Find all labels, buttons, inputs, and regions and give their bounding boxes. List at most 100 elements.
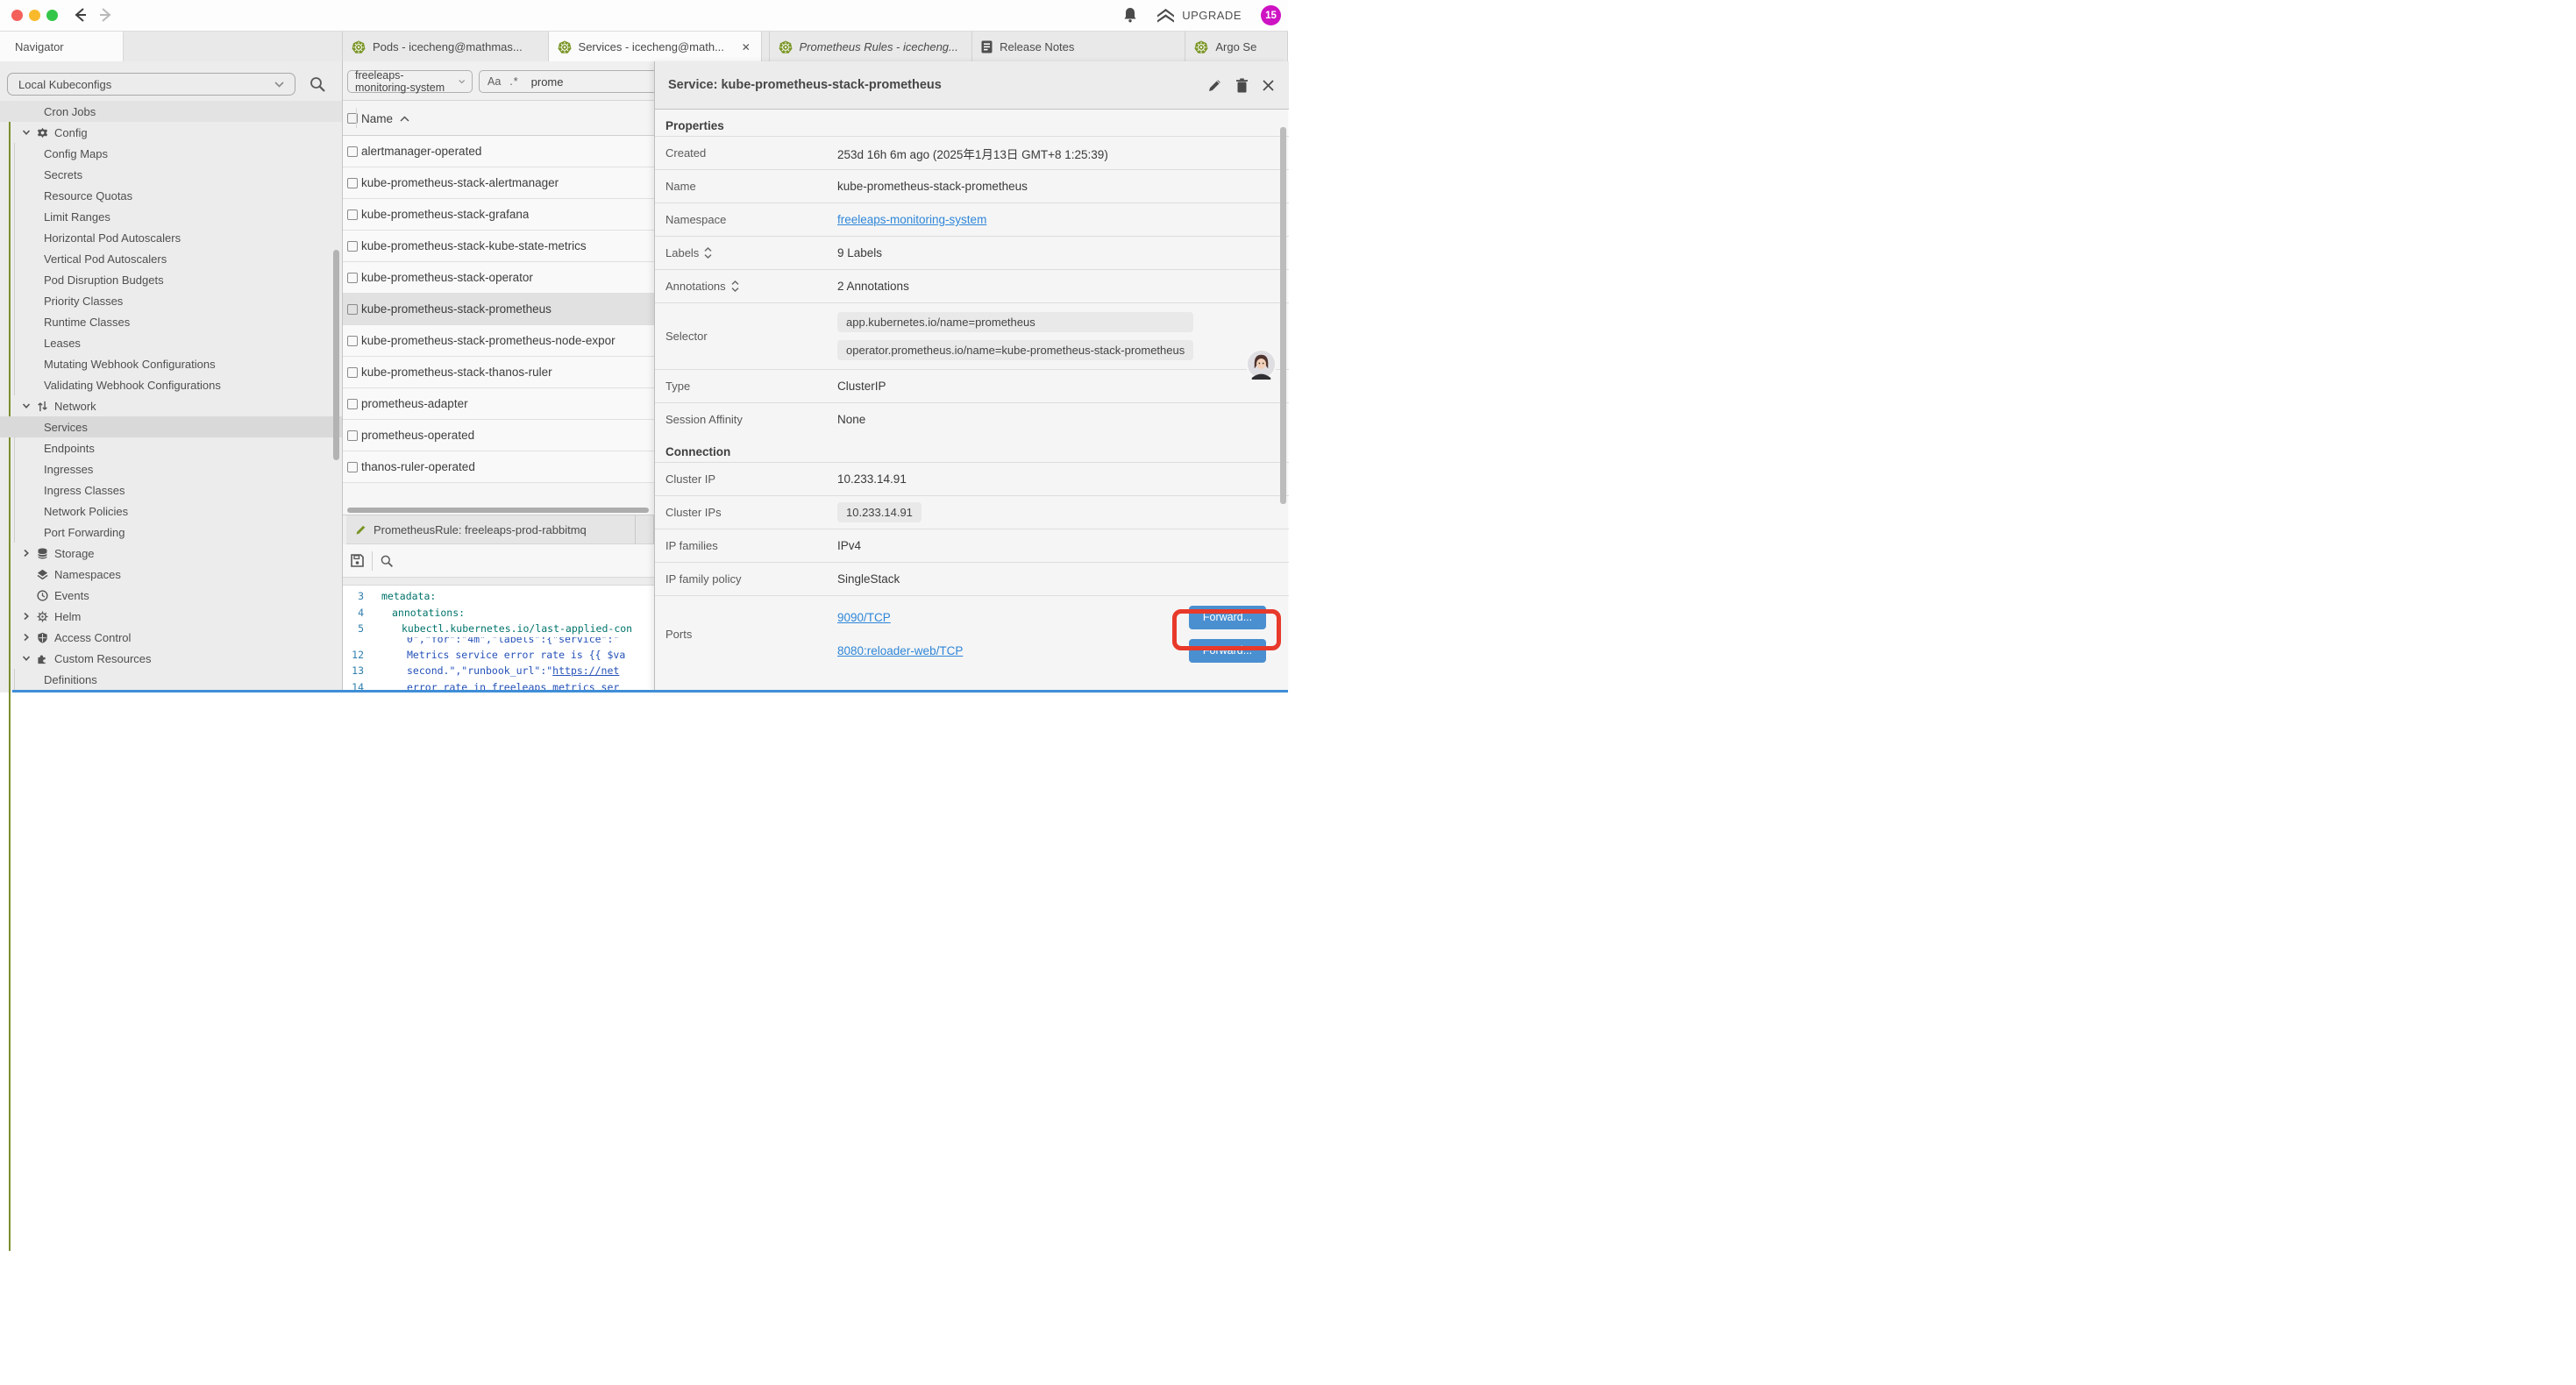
table-row[interactable]: kube-prometheus-stack-thanos-ruler: [343, 357, 654, 388]
sidebar-item-cron-jobs[interactable]: Cron Jobs: [0, 101, 342, 122]
row-checkbox[interactable]: [347, 336, 358, 346]
sidebar-item-pod-disruption-budgets[interactable]: Pod Disruption Budgets: [0, 269, 342, 290]
titlebar: UPGRADE 15: [0, 0, 1288, 31]
sidebar-item-horizontal-pod-autoscalers[interactable]: Horizontal Pod Autoscalers: [0, 227, 342, 248]
list-search-input[interactable]: Aa .* prome: [479, 70, 654, 93]
user-avatar[interactable]: [1246, 349, 1277, 380]
sidebar-item-priority-classes[interactable]: Priority Classes: [0, 290, 342, 311]
kubeconfig-select[interactable]: Local Kubeconfigs: [7, 73, 295, 96]
sidebar-item-definitions[interactable]: Definitions: [0, 669, 342, 690]
horizontal-scrollbar[interactable]: [343, 506, 654, 515]
row-checkbox[interactable]: [347, 304, 358, 315]
sidebar-item-vertical-pod-autoscalers[interactable]: Vertical Pod Autoscalers: [0, 248, 342, 269]
forward-arrow-button[interactable]: [96, 6, 114, 24]
sidebar-item-resource-quotas[interactable]: Resource Quotas: [0, 185, 342, 206]
search-icon[interactable]: [309, 75, 326, 93]
regex-toggle[interactable]: .*: [509, 75, 518, 88]
kubernetes-icon: [352, 40, 366, 54]
sidebar-item-limit-ranges[interactable]: Limit Ranges: [0, 206, 342, 227]
tab-services-icecheng-math-[interactable]: Services - icecheng@math...✕: [549, 32, 762, 62]
navigator-panel-tab[interactable]: Navigator: [0, 32, 124, 62]
sidebar-item-validating-webhook-configurations[interactable]: Validating Webhook Configurations: [0, 374, 342, 395]
row-checkbox[interactable]: [347, 210, 358, 220]
table-row[interactable]: kube-prometheus-stack-alertmanager: [343, 167, 654, 199]
row-checkbox[interactable]: [347, 241, 358, 252]
minimize-window-button[interactable]: [29, 10, 40, 21]
chevron-down-icon[interactable]: [22, 128, 31, 137]
sidebar-item-namespaces[interactable]: Namespaces: [0, 564, 342, 585]
sidebar-item-runtime-classes[interactable]: Runtime Classes: [0, 311, 342, 332]
sidebar-item-storage[interactable]: Storage: [0, 543, 342, 564]
row-checkbox[interactable]: [347, 462, 358, 472]
search-value: prome: [531, 75, 564, 89]
sidebar-item-network-policies[interactable]: Network Policies: [0, 501, 342, 522]
table-row[interactable]: thanos-ruler-operated: [343, 451, 654, 483]
back-arrow-button[interactable]: [72, 6, 89, 24]
sort-toggle-icon[interactable]: [704, 247, 712, 259]
table-row[interactable]: alertmanager-operated: [343, 136, 654, 167]
table-row[interactable]: kube-prometheus-stack-prometheus-node-ex…: [343, 325, 654, 357]
row-checkbox[interactable]: [347, 273, 358, 283]
sidebar-item-access-control[interactable]: Access Control: [0, 627, 342, 648]
table-row[interactable]: kube-prometheus-stack-kube-state-metrics: [343, 231, 654, 262]
tab-pods-icecheng-mathmas-[interactable]: Pods - icecheng@mathmas...: [343, 32, 549, 62]
close-icon[interactable]: [1262, 79, 1275, 92]
table-row[interactable]: prometheus-adapter: [343, 388, 654, 420]
sidebar-item-leases[interactable]: Leases: [0, 332, 342, 353]
sidebar-item-helm[interactable]: Helm: [0, 606, 342, 627]
sidebar-item-endpoints[interactable]: Endpoints: [0, 437, 342, 458]
dock-tab-prometheusrule[interactable]: PrometheusRule: freeleaps-prod-rabbitmq: [346, 515, 636, 544]
dock-tab-next[interactable]: [636, 515, 654, 544]
editor-search-icon[interactable]: [380, 554, 394, 568]
upgrade-button[interactable]: UPGRADE: [1157, 9, 1242, 23]
namespace-link[interactable]: freeleaps-monitoring-system: [837, 213, 986, 226]
sidebar-item-network[interactable]: Network: [0, 395, 342, 416]
tab-argo-se[interactable]: Argo Se: [1185, 32, 1288, 62]
notification-count-badge[interactable]: 15: [1261, 5, 1281, 25]
port-link[interactable]: 8080:reloader-web/TCP: [837, 644, 1189, 657]
tab-prometheus-rules-icecheng-[interactable]: Prometheus Rules - icecheng...: [770, 32, 973, 62]
table-row[interactable]: kube-prometheus-stack-operator: [343, 262, 654, 294]
namespace-select[interactable]: freeleaps-monitoring-system: [347, 70, 473, 93]
row-checkbox[interactable]: [347, 430, 358, 441]
row-checkbox[interactable]: [347, 178, 358, 188]
sort-toggle-icon[interactable]: [731, 281, 739, 292]
table-row[interactable]: kube-prometheus-stack-prometheus: [343, 294, 654, 325]
row-checkbox[interactable]: [347, 146, 358, 157]
chevron-down-icon[interactable]: [22, 401, 31, 410]
sidebar-item-secrets[interactable]: Secrets: [0, 164, 342, 185]
sidebar-item-ingresses[interactable]: Ingresses: [0, 458, 342, 479]
sidebar-item-custom-resources[interactable]: Custom Resources: [0, 648, 342, 669]
document-tabs: Pods - icecheng@mathmas...Services - ice…: [343, 32, 1288, 62]
delete-trash-icon[interactable]: [1235, 78, 1249, 93]
tab-release-notes[interactable]: Release Notes: [972, 32, 1185, 62]
sidebar-item-mutating-webhook-configurations[interactable]: Mutating Webhook Configurations: [0, 353, 342, 374]
save-icon[interactable]: [350, 553, 365, 568]
table-row[interactable]: prometheus-operated: [343, 420, 654, 451]
name-column-header[interactable]: Name: [361, 101, 409, 136]
zoom-window-button[interactable]: [46, 10, 58, 21]
yaml-editor[interactable]: 3metadata:4annotations:5kubectl.kubernet…: [343, 586, 654, 692]
chevron-right-icon[interactable]: [22, 549, 31, 558]
chevron-right-icon[interactable]: [22, 612, 31, 621]
port-link[interactable]: 9090/TCP: [837, 611, 1189, 624]
chevron-right-icon[interactable]: [22, 633, 31, 642]
sidebar-scrollbar[interactable]: [333, 250, 339, 460]
sidebar-item-services[interactable]: Services: [0, 416, 342, 437]
table-row[interactable]: kube-prometheus-stack-grafana: [343, 199, 654, 231]
row-checkbox[interactable]: [347, 399, 358, 409]
horizontal-scrollbar-thumb[interactable]: [347, 508, 649, 513]
match-case-toggle[interactable]: Aa: [487, 75, 501, 88]
notifications-bell-icon[interactable]: [1122, 7, 1138, 24]
edit-pencil-icon[interactable]: [1207, 78, 1222, 93]
sidebar-item-config-maps[interactable]: Config Maps: [0, 143, 342, 164]
close-window-button[interactable]: [11, 10, 23, 21]
row-checkbox[interactable]: [347, 367, 358, 378]
sidebar-item-ingress-classes[interactable]: Ingress Classes: [0, 479, 342, 501]
sidebar-item-config[interactable]: Config: [0, 122, 342, 143]
tab-close-icon[interactable]: ✕: [740, 41, 752, 53]
sidebar-item-events[interactable]: Events: [0, 585, 342, 606]
drawer-scrollbar[interactable]: [1280, 127, 1286, 504]
chevron-down-icon[interactable]: [22, 654, 31, 663]
sidebar-item-port-forwarding[interactable]: Port Forwarding: [0, 522, 342, 543]
